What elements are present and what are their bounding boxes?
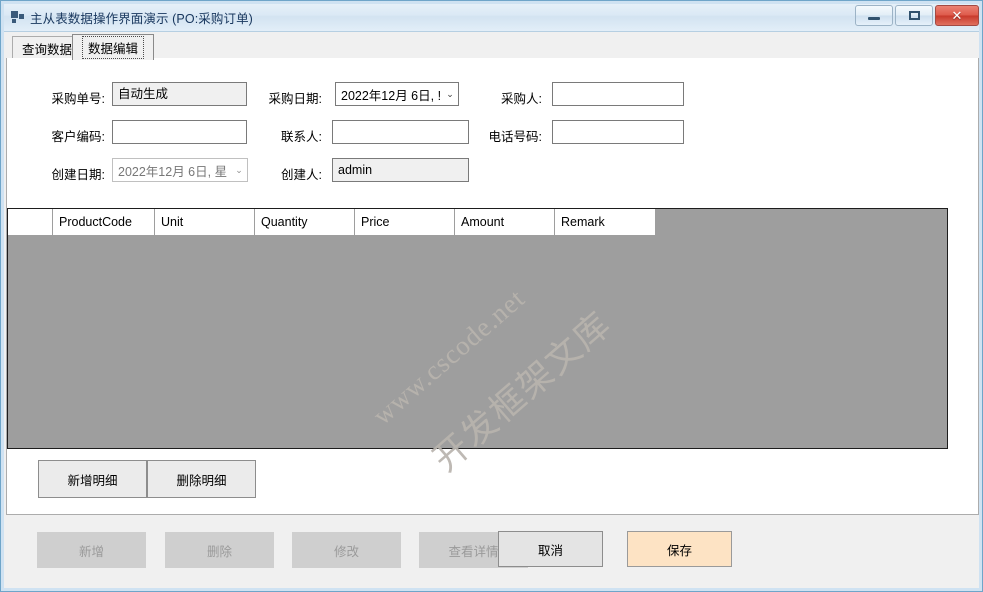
grid-column-price[interactable]: Price xyxy=(355,209,455,236)
minimize-button[interactable] xyxy=(855,5,893,26)
application-window: 主从表数据操作界面演示 (PO:采购订单) ✕ 查询数据 数据编辑 采购单号: … xyxy=(0,0,983,592)
creator-input[interactable]: admin xyxy=(332,158,469,182)
label-create-date: 创建日期: xyxy=(2,164,105,183)
maximize-icon xyxy=(909,11,920,20)
tab-strip: 查询数据 数据编辑 xyxy=(6,32,979,59)
grid-column-quantity[interactable]: Quantity xyxy=(255,209,355,236)
close-button[interactable]: ✕ xyxy=(935,5,979,26)
label-purchaser: 采购人: xyxy=(377,88,542,107)
detail-data-grid[interactable]: ProductCode Unit Quantity Price Amount R… xyxy=(7,208,948,449)
save-button[interactable]: 保存 xyxy=(627,531,732,567)
purchaser-input[interactable] xyxy=(552,82,684,106)
label-creator: 创建人: xyxy=(197,164,322,183)
tab-label: 查询数据 xyxy=(22,39,72,58)
app-window-icon xyxy=(11,11,24,24)
window-title: 主从表数据操作界面演示 (PO:采购订单) xyxy=(30,8,253,27)
grid-column-remark[interactable]: Remark xyxy=(555,209,655,236)
grid-column-productcode[interactable]: ProductCode xyxy=(53,209,155,236)
delete-detail-button[interactable]: 删除明细 xyxy=(147,460,256,498)
delete-button[interactable]: 删除 xyxy=(165,532,274,568)
label-purchase-order-no: 采购单号: xyxy=(2,88,105,107)
edit-button[interactable]: 修改 xyxy=(292,532,401,568)
minimize-icon xyxy=(868,17,880,20)
tab-label: 数据编辑 xyxy=(82,36,144,59)
label-purchase-date: 采购日期: xyxy=(197,88,322,107)
add-button[interactable]: 新增 xyxy=(37,532,146,568)
label-contact-person: 联系人: xyxy=(197,126,322,145)
tab-data-edit[interactable]: 数据编辑 xyxy=(72,34,154,60)
cancel-button[interactable]: 取消 xyxy=(498,531,603,567)
content-panel: 采购单号: 自动生成 采购日期: 2022年12月 6日, ! ⌄ 采购人: 客… xyxy=(6,58,979,515)
grid-body-empty xyxy=(8,236,947,448)
window-controls: ✕ xyxy=(855,5,979,26)
grid-column-unit[interactable]: Unit xyxy=(155,209,255,236)
phone-number-input[interactable] xyxy=(552,120,684,144)
maximize-button[interactable] xyxy=(895,5,933,26)
bottom-action-bar: 新增 删除 修改 查看详情 取消 保存 xyxy=(6,515,979,587)
grid-row-header-corner[interactable] xyxy=(8,209,53,236)
add-detail-button[interactable]: 新增明细 xyxy=(38,460,147,498)
title-bar: 主从表数据操作界面演示 (PO:采购订单) ✕ xyxy=(2,2,983,32)
close-icon: ✕ xyxy=(952,9,963,22)
grid-header-row: ProductCode Unit Quantity Price Amount R… xyxy=(8,209,655,236)
label-phone-number: 电话号码: xyxy=(377,126,542,145)
label-customer-code: 客户编码: xyxy=(2,126,105,145)
grid-column-amount[interactable]: Amount xyxy=(455,209,555,236)
